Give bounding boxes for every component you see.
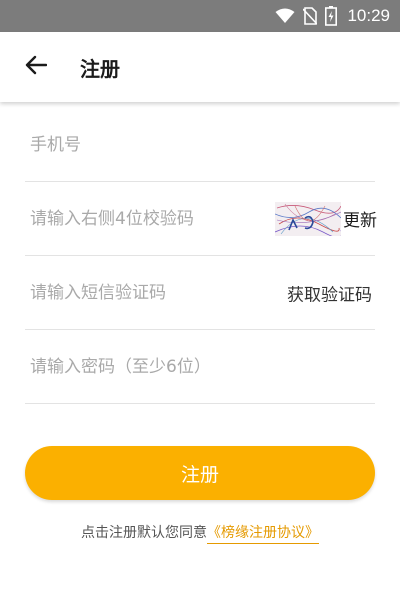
- register-form: 更新 获取验证码: [25, 108, 377, 404]
- captcha-image[interactable]: [275, 201, 341, 236]
- no-sim-icon: [303, 7, 318, 25]
- password-input[interactable]: [25, 346, 260, 387]
- get-sms-code-button[interactable]: 获取验证码: [287, 280, 372, 305]
- agreement-link[interactable]: 《榜缘注册协议》: [207, 525, 319, 544]
- captcha-row: 更新: [25, 182, 377, 256]
- captcha-input[interactable]: [25, 198, 260, 239]
- sms-code-input[interactable]: [25, 272, 260, 313]
- register-button[interactable]: 注册: [25, 446, 375, 500]
- back-button[interactable]: [16, 47, 56, 87]
- agreement-prefix: 点击注册默认您同意: [81, 525, 207, 541]
- sms-code-row: 获取验证码: [25, 256, 375, 330]
- status-bar: 10:29: [0, 0, 400, 32]
- wifi-icon: [275, 8, 295, 24]
- captcha-group: 更新: [275, 201, 377, 236]
- phone-input[interactable]: [25, 124, 260, 165]
- captcha-refresh-button[interactable]: 更新: [343, 206, 377, 231]
- password-row: [25, 330, 375, 404]
- phone-row: [25, 108, 375, 182]
- page-title: 注册: [80, 56, 120, 81]
- arrow-left-icon: [25, 55, 48, 79]
- clock: 10:29: [347, 6, 390, 25]
- agreement-text: 点击注册默认您同意《榜缘注册协议》: [0, 522, 400, 544]
- app-header: 注册: [0, 32, 400, 102]
- battery-charging-icon: [325, 6, 338, 26]
